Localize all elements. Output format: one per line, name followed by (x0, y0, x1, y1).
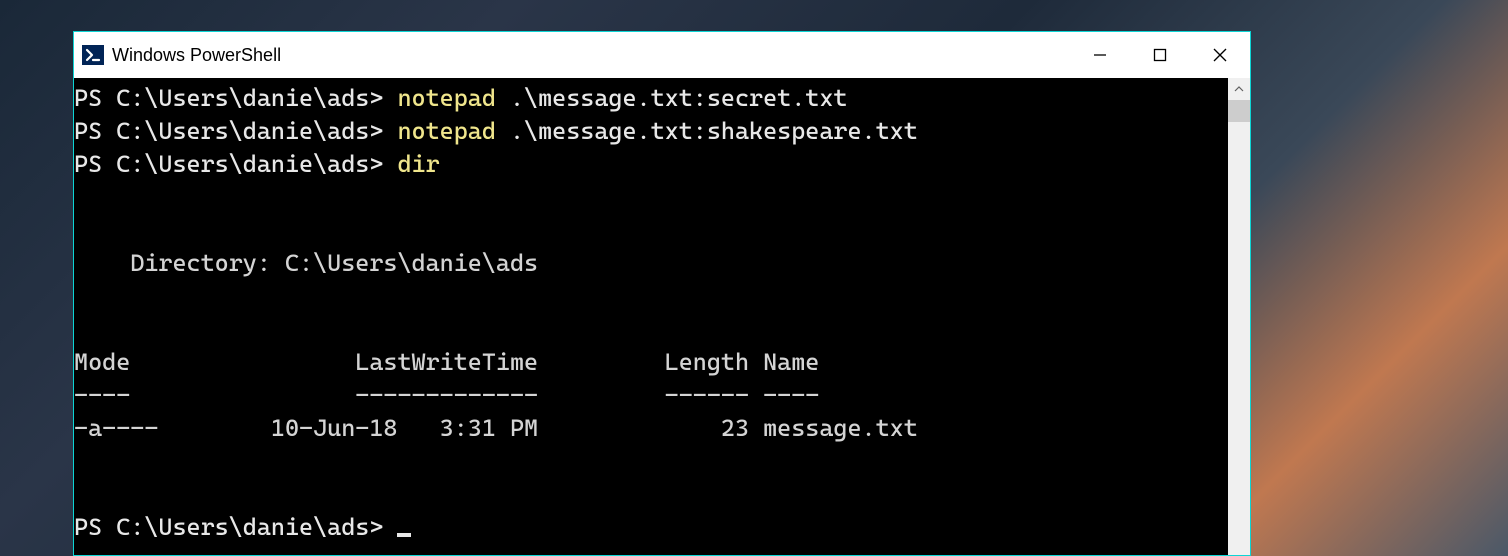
powershell-window: Windows PowerShell PS C:\Users\danie\ads… (73, 31, 1251, 556)
terminal-area: PS C:\Users\danie\ads> notepad .\message… (74, 78, 1250, 555)
scroll-up-button[interactable] (1228, 78, 1250, 100)
scroll-track[interactable] (1228, 100, 1250, 555)
column-header: Mode LastWriteTime Length Name (74, 348, 819, 376)
minimize-button[interactable] (1070, 32, 1130, 78)
cursor (397, 533, 411, 537)
command-text: notepad (397, 84, 495, 112)
scrollbar[interactable] (1228, 78, 1250, 555)
argument-text: .\message.txt:secret.txt (496, 84, 848, 112)
powershell-icon (82, 45, 104, 65)
command-text: dir (397, 150, 439, 178)
directory-header: Directory: C:\Users\danie\ads (74, 249, 538, 277)
close-button[interactable] (1190, 32, 1250, 78)
command-text: notepad (397, 117, 495, 145)
argument-text: .\message.txt:shakespeare.txt (496, 117, 918, 145)
titlebar: Windows PowerShell (74, 32, 1250, 78)
window-title: Windows PowerShell (112, 45, 281, 66)
table-row: -a---- 10-Jun-18 3:31 PM 23 message.txt (74, 414, 918, 442)
column-separator: ---- ------------- ------ ---- (74, 381, 819, 409)
terminal-output[interactable]: PS C:\Users\danie\ads> notepad .\message… (74, 78, 1228, 555)
maximize-button[interactable] (1130, 32, 1190, 78)
prompt-text: PS C:\Users\danie\ads> (74, 117, 397, 145)
prompt-text: PS C:\Users\danie\ads> (74, 84, 397, 112)
window-controls (1070, 32, 1250, 78)
prompt-text: PS C:\Users\danie\ads> (74, 150, 397, 178)
prompt-text: PS C:\Users\danie\ads> (74, 513, 397, 541)
scroll-thumb[interactable] (1228, 100, 1250, 122)
